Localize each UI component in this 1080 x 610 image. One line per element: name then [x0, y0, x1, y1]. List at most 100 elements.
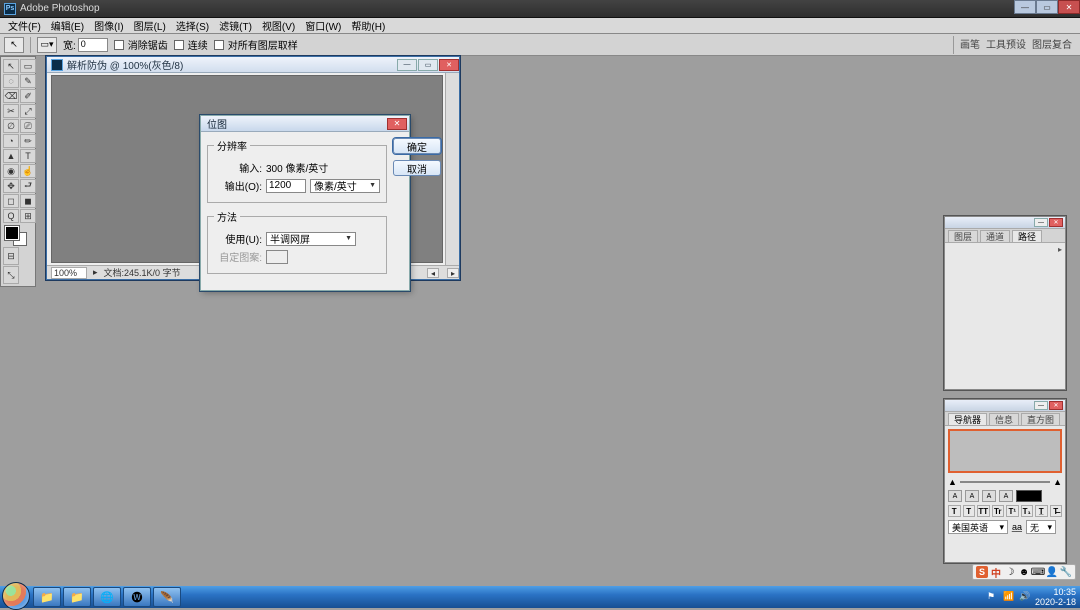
doc-minimize[interactable]: —: [397, 59, 417, 71]
slice-tool[interactable]: ✐: [20, 89, 36, 103]
style-sub[interactable]: T₁: [1021, 505, 1034, 517]
doc-maximize[interactable]: ▭: [418, 59, 438, 71]
tab-info[interactable]: 信息: [989, 413, 1019, 425]
panel-close[interactable]: ✕: [1049, 218, 1063, 227]
task-photoshop[interactable]: 🪶: [153, 587, 181, 607]
output-unit-combo[interactable]: 像素/英寸▼: [310, 179, 380, 193]
vertical-scrollbar[interactable]: [445, 73, 459, 265]
menu-filter[interactable]: 滤镜(T): [215, 18, 256, 33]
screenmode-full[interactable]: ⤡: [3, 266, 19, 284]
scroll-right[interactable]: ▸: [447, 268, 459, 278]
contiguous-checkbox[interactable]: [174, 40, 184, 50]
aa-select[interactable]: 无▾: [1026, 520, 1056, 534]
panel2-close[interactable]: ✕: [1049, 401, 1063, 410]
color-swatches[interactable]: [3, 224, 36, 246]
menu-view[interactable]: 视图(V): [258, 18, 299, 33]
style-super[interactable]: T¹: [1006, 505, 1019, 517]
dock-layercomp[interactable]: 图层复合: [1032, 36, 1072, 54]
pen-tool[interactable]: ◉: [3, 164, 19, 178]
type-tool[interactable]: T: [20, 149, 36, 163]
paths-body[interactable]: ▸: [945, 243, 1065, 389]
menu-window[interactable]: 窗口(W): [301, 18, 345, 33]
ime-person-icon[interactable]: 👤: [1046, 566, 1058, 578]
ime-keyboard-icon[interactable]: ⌨: [1032, 566, 1044, 578]
ime-wrench-icon[interactable]: 🔧: [1060, 566, 1072, 578]
char-icon[interactable]: A: [965, 490, 979, 502]
task-ie[interactable]: 🌐: [93, 587, 121, 607]
dialog-titlebar[interactable]: 位图 ✕: [201, 116, 409, 132]
gradient-tool[interactable]: ✏: [20, 134, 36, 148]
triangle-icon[interactable]: ▸: [93, 267, 98, 278]
cancel-button[interactable]: 取消: [393, 160, 441, 176]
doc-close[interactable]: ✕: [439, 59, 459, 71]
ime-lang[interactable]: 中: [990, 566, 1002, 578]
blur-tool[interactable]: ▲: [3, 149, 19, 163]
wand-tool[interactable]: ✎: [20, 74, 36, 88]
zoom-tool[interactable]: Q: [3, 209, 19, 223]
style-bold[interactable]: T: [948, 505, 961, 517]
minimize-button[interactable]: —: [1014, 0, 1036, 14]
doc-titlebar[interactable]: 解析防伪 @ 100%(灰色/8) — ▭ ✕: [47, 57, 459, 73]
zoom-field[interactable]: 100%: [51, 267, 87, 279]
crop-tool[interactable]: ⌫: [3, 89, 19, 103]
lasso-tool[interactable]: ◌: [3, 74, 19, 88]
menu-select[interactable]: 选择(S): [172, 18, 213, 33]
tray-network-icon[interactable]: 📶: [1003, 591, 1015, 603]
sogou-icon[interactable]: S: [976, 566, 988, 578]
ime-moon-icon[interactable]: ☽: [1004, 566, 1016, 578]
panel2-minimize[interactable]: —: [1034, 401, 1048, 410]
style-strike[interactable]: T̶: [1050, 505, 1063, 517]
eraser-tool[interactable]: ◔: [3, 134, 19, 148]
use-combo[interactable]: 半调网屏▼: [266, 232, 356, 246]
panel-menu-icon[interactable]: ▸: [1058, 245, 1062, 254]
ime-toolbar[interactable]: S 中 ☽ ☻ ⌨ 👤 🔧: [972, 564, 1076, 580]
char-icon[interactable]: A: [999, 490, 1013, 502]
text-color-swatch[interactable]: [1016, 490, 1042, 502]
maximize-button[interactable]: ▭: [1036, 0, 1058, 14]
task-explorer2[interactable]: 📁: [63, 587, 91, 607]
ime-face-icon[interactable]: ☻: [1018, 566, 1030, 578]
tray-flag-icon[interactable]: ⚑: [987, 591, 999, 603]
clock[interactable]: 10:35 2020-2-18: [1035, 587, 1076, 607]
move-tool[interactable]: ↖: [3, 59, 19, 73]
width-input[interactable]: 0: [78, 38, 108, 52]
char-icon[interactable]: A: [948, 490, 962, 502]
menu-edit[interactable]: 编辑(E): [47, 18, 88, 33]
eyedropper-tool[interactable]: ◻: [3, 194, 19, 208]
style-smallcaps[interactable]: Tr: [992, 505, 1005, 517]
menu-layer[interactable]: 图层(L): [130, 18, 170, 33]
tab-channels[interactable]: 通道: [980, 230, 1010, 242]
history-brush-tool[interactable]: ⎚: [20, 119, 36, 133]
panel-minimize[interactable]: —: [1034, 218, 1048, 227]
tab-paths[interactable]: 路径: [1012, 230, 1042, 242]
dock-brush[interactable]: 画笔: [960, 36, 980, 54]
task-word[interactable]: 🅦: [123, 587, 151, 607]
output-input[interactable]: 1200: [266, 179, 306, 193]
heal-tool[interactable]: ✂: [3, 104, 19, 118]
shape-tool[interactable]: ✥: [3, 179, 19, 193]
char-icon[interactable]: A: [982, 490, 996, 502]
hand-tool[interactable]: ◼: [20, 194, 36, 208]
style-caps[interactable]: TT: [977, 505, 990, 517]
close-button[interactable]: ✕: [1058, 0, 1080, 14]
marquee-tool[interactable]: ▭: [20, 59, 36, 73]
task-explorer[interactable]: 📁: [33, 587, 61, 607]
style-underline[interactable]: T̲: [1035, 505, 1048, 517]
preset-picker[interactable]: ▭▾: [37, 37, 57, 53]
tab-layers[interactable]: 图层: [948, 230, 978, 242]
current-tool-icon[interactable]: ↖: [4, 37, 24, 53]
tab-histogram[interactable]: 直方图: [1021, 413, 1060, 425]
menu-file[interactable]: 文件(F): [4, 18, 45, 33]
tab-navigator[interactable]: 导航器: [948, 413, 987, 425]
start-button[interactable]: [2, 582, 30, 610]
quickmask-tool[interactable]: ⊞: [20, 209, 36, 223]
screenmode-std[interactable]: ⊟: [3, 247, 19, 265]
dock-toolpreset[interactable]: 工具预设: [986, 36, 1026, 54]
all-layers-checkbox[interactable]: [214, 40, 224, 50]
menu-help[interactable]: 帮助(H): [347, 18, 389, 33]
fg-color-swatch[interactable]: [5, 226, 19, 240]
stamp-tool[interactable]: ∅: [3, 119, 19, 133]
antialias-checkbox[interactable]: [114, 40, 124, 50]
menu-image[interactable]: 图像(I): [90, 18, 127, 33]
brush-tool[interactable]: ⤢: [20, 104, 36, 118]
